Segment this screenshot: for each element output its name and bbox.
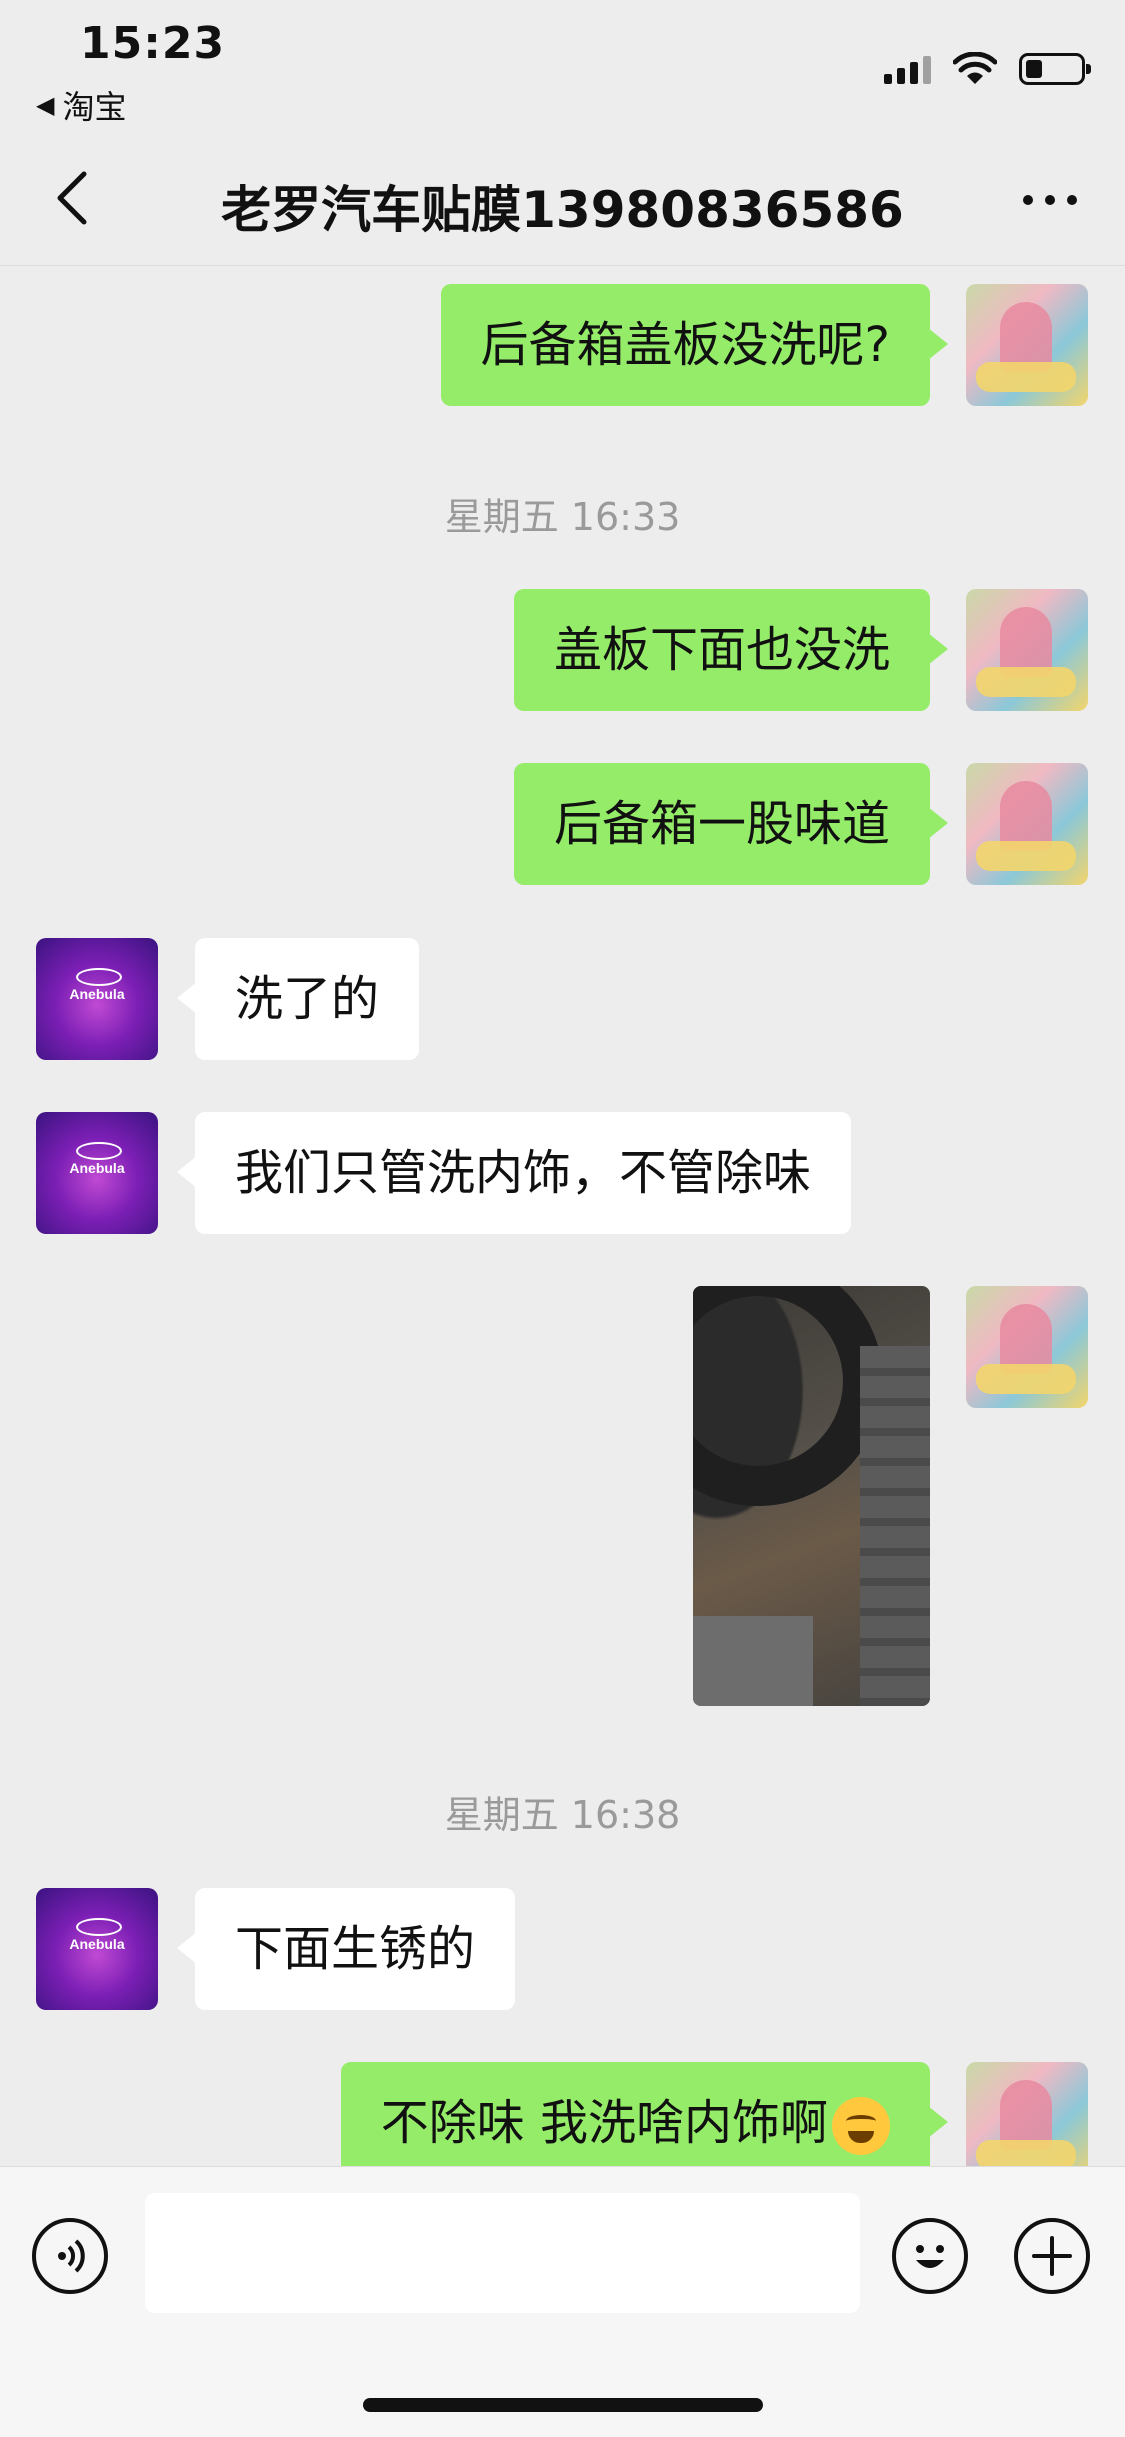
shop-avatar-brand: Anebula [69,1936,125,1952]
home-indicator[interactable] [363,2398,763,2412]
chat-title: 老罗汽车贴膜13980836586 [221,181,904,239]
message-bubble-sent[interactable]: 盖板下面也没洗 [513,589,949,711]
shop-avatar-brand: Anebula [69,1160,125,1176]
back-triangle-icon: ◀ [36,91,55,119]
battery-level [1026,60,1042,78]
wifi-icon [953,52,997,84]
shop-avatar-brand: Anebula [69,986,125,1002]
emoji-icon[interactable] [892,2218,968,2294]
more-icon[interactable] [1015,170,1085,230]
message-bubble-received[interactable]: 洗了的 [176,938,420,1060]
message-bubble-received[interactable]: 下面生锈的 [176,1888,516,2010]
voice-icon[interactable] [32,2218,108,2294]
battery-icon [1019,53,1091,85]
back-app-label: 淘宝 [62,88,127,126]
shop-avatar[interactable]: Anebula [36,1888,158,2010]
message-timestamp: 星期五 16:33 [444,495,681,539]
image-message[interactable] [693,1286,930,1706]
my-avatar[interactable] [966,763,1088,885]
message-list[interactable]: 后备箱盖板没洗呢? 星期五 16:33 盖板下面也没洗 后备箱一股味道 Aneb… [0,266,1125,2166]
my-avatar[interactable] [966,1286,1088,1408]
status-icons [884,52,1091,86]
shop-avatar[interactable]: Anebula [36,1112,158,1234]
message-timestamp: 星期五 16:38 [444,1793,681,1837]
input-bar [0,2166,1125,2437]
message-bubble-received[interactable]: 我们只管洗内饰，不管除味 [176,1112,852,1234]
my-avatar[interactable] [966,589,1088,711]
status-time: 15:23 [80,18,226,69]
chat-header: 老罗汽车贴膜13980836586 [0,130,1125,266]
message-text: 不除味 我洗啥内饰啊 [380,2095,828,2151]
message-input[interactable] [145,2193,860,2313]
my-avatar[interactable] [966,284,1088,406]
shop-avatar[interactable]: Anebula [36,938,158,1060]
my-avatar[interactable] [966,2062,1088,2166]
message-bubble-sent[interactable]: 后备箱一股味道 [513,763,949,885]
status-bar: 15:23 ◀ 淘宝 [0,0,1125,130]
plus-icon[interactable] [1014,2218,1090,2294]
signal-icon [884,54,931,84]
message-bubble-sent[interactable]: 后备箱盖板没洗呢? [440,284,949,406]
laugh-cry-emoji-icon [832,2097,890,2155]
message-bubble-sent[interactable]: 不除味 我洗啥内饰啊 [340,2062,949,2166]
back-to-app-link[interactable]: ◀ 淘宝 [36,82,126,128]
